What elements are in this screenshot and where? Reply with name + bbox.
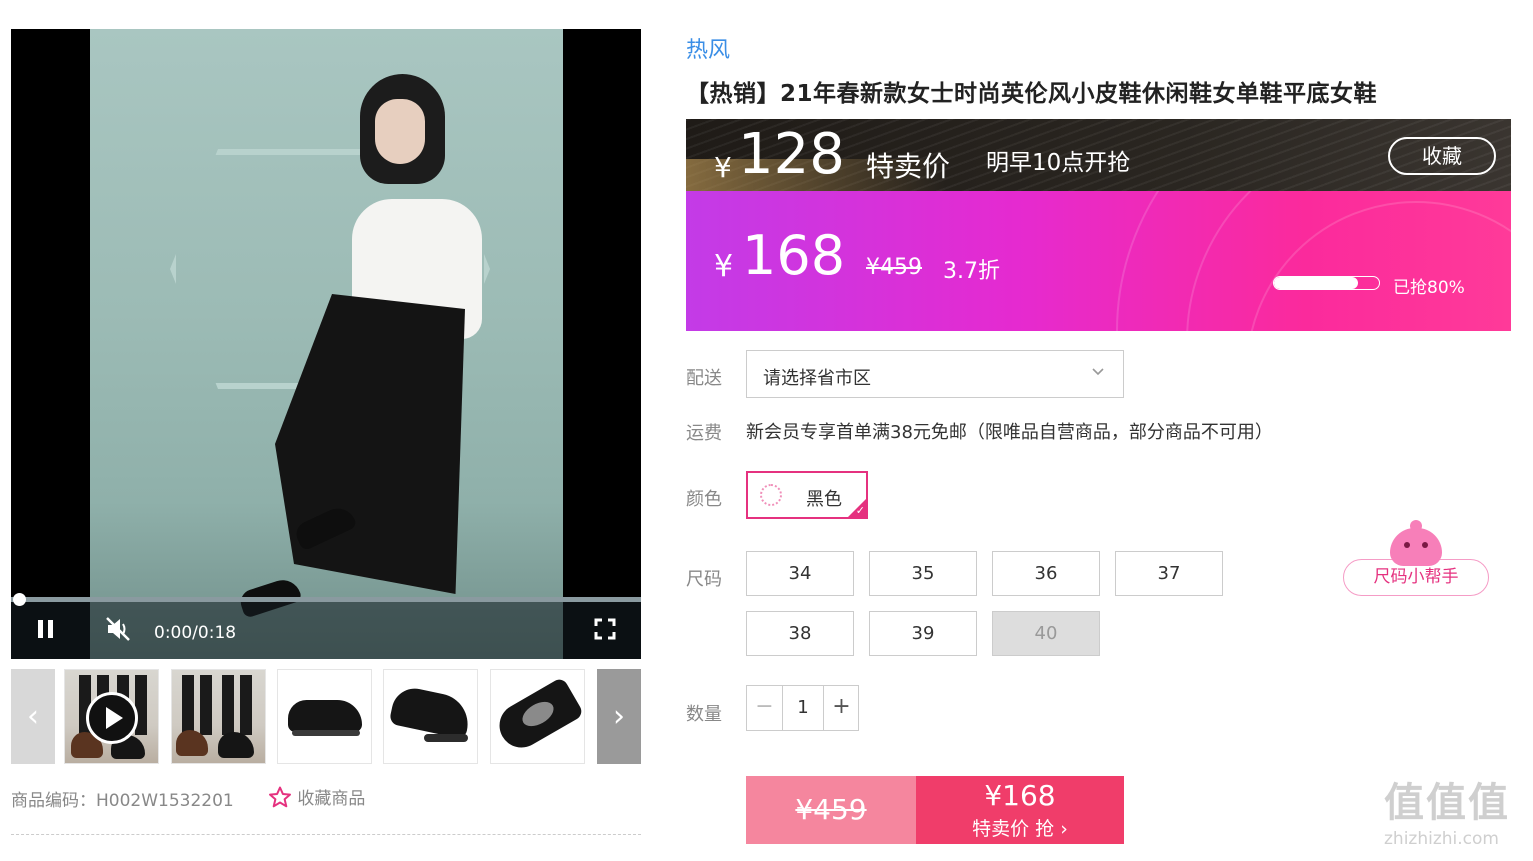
flash-start-text: 明早10点开抢 — [986, 150, 1131, 176]
quantity-plus-button[interactable]: + — [823, 686, 859, 730]
sku-code: 商品编码：H002W1532201 — [11, 786, 234, 811]
thumb-shoe-top[interactable] — [490, 669, 585, 764]
size-option-36[interactable]: 36 — [992, 551, 1100, 596]
product-title: 【热销】21年春新款女士时尚英伦风小皮鞋休闲鞋女单鞋平底女鞋 — [686, 81, 1378, 107]
sold-progress-fill — [1274, 277, 1358, 289]
size-option-38[interactable]: 38 — [746, 611, 854, 656]
watermark-url: zhizhizhi.com — [1384, 829, 1499, 849]
buy-orig-price: ¥459 — [746, 776, 916, 844]
model-face — [375, 99, 425, 164]
thumb-shoe-side[interactable] — [277, 669, 372, 764]
check-icon: ✓ — [855, 504, 865, 517]
video-progress-bar[interactable] — [11, 597, 641, 602]
buy-button[interactable]: ¥168 特卖价 抢 › — [916, 776, 1124, 844]
watermark: 值值值 zhizhizhi.com — [1384, 783, 1510, 849]
gallery-next-button[interactable]: › — [597, 669, 641, 764]
quantity-minus-button[interactable]: − — [747, 686, 783, 730]
quantity-label: 数量 — [686, 704, 722, 725]
buy-price: ¥168 — [984, 779, 1056, 812]
delivery-label: 配送 — [686, 368, 722, 389]
gallery-prev-button[interactable]: ‹ — [11, 669, 55, 764]
product-video[interactable]: 0:00/0:18 — [11, 29, 641, 659]
play-icon[interactable] — [86, 692, 138, 744]
watermark-logo: 值值值 — [1384, 780, 1510, 826]
size-option-37[interactable]: 37 — [1115, 551, 1223, 596]
chevron-down-icon — [1091, 363, 1105, 382]
color-option-black[interactable]: 黑色 ✓ — [746, 471, 868, 519]
region-select[interactable]: 请选择省市区 — [746, 350, 1124, 398]
sale-orig-price: ¥459 — [866, 255, 922, 280]
sku-value: H002W1532201 — [96, 791, 234, 811]
color-label: 颜色 — [686, 489, 722, 510]
star-icon — [268, 786, 292, 813]
size-option-39[interactable]: 39 — [869, 611, 977, 656]
fullscreen-icon[interactable] — [594, 618, 616, 644]
mascot-icon — [1390, 520, 1442, 566]
thumb-video-legs[interactable] — [64, 669, 159, 764]
chevron-right-icon: › — [1060, 818, 1068, 840]
buy-action-label: 特卖价 抢 — [972, 818, 1055, 840]
thumb-legs[interactable] — [171, 669, 266, 764]
sku-label: 商品编码： — [11, 791, 96, 811]
size-option-40: 40 — [992, 611, 1100, 656]
sold-text: 已抢80% — [1393, 278, 1465, 298]
brand-link[interactable]: 热风 — [686, 32, 730, 64]
shipping-text: 新会员专享首单满38元免邮（限唯品自营商品，部分商品不可用） — [746, 422, 1273, 443]
sold-progress-bar — [1273, 276, 1380, 290]
video-time: 0:00/0:18 — [154, 623, 237, 643]
sale-currency: ¥ — [714, 249, 734, 284]
quantity-input[interactable]: 1 — [783, 686, 823, 730]
sale-price: 168 — [742, 224, 846, 287]
flash-price: 128 — [738, 122, 845, 187]
mute-icon[interactable] — [105, 616, 133, 646]
divider — [11, 834, 641, 835]
sale-discount: 3.7折 — [943, 259, 1000, 284]
buy-bar: ¥459 ¥168 特卖价 抢 › — [746, 776, 1124, 844]
color-option-label: 黑色 — [806, 489, 842, 510]
loading-icon — [760, 484, 782, 506]
video-progress-handle[interactable] — [13, 593, 26, 606]
thumb-shoe-angle[interactable] — [383, 669, 478, 764]
video-frame — [90, 29, 563, 659]
shipping-label: 运费 — [686, 423, 722, 444]
region-select-value: 请选择省市区 — [763, 368, 871, 389]
flash-price-label: 特卖价 — [866, 150, 951, 183]
flash-currency: ¥ — [714, 151, 732, 184]
flash-sale-banner: ¥ 128 特卖价 明早10点开抢 收藏 — [686, 119, 1511, 191]
favorite-goods-button[interactable]: 收藏商品 — [268, 784, 365, 813]
size-option-35[interactable]: 35 — [869, 551, 977, 596]
sale-price-banner: ¥ 168 ¥459 3.7折 已抢80% — [686, 191, 1511, 331]
size-label: 尺码 — [686, 569, 722, 590]
favorite-goods-label: 收藏商品 — [297, 789, 366, 809]
collect-button[interactable]: 收藏 — [1388, 137, 1496, 175]
pause-icon[interactable] — [37, 619, 55, 643]
size-option-34[interactable]: 34 — [746, 551, 854, 596]
quantity-stepper: − 1 + — [746, 685, 859, 731]
